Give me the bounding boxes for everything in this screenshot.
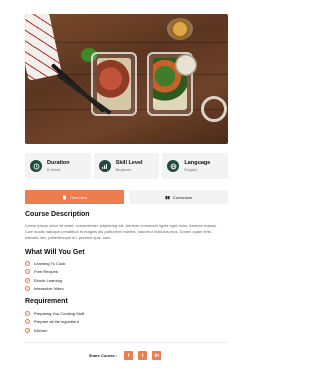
tab-overview-label: Overview <box>70 194 87 200</box>
twitter-icon[interactable]: t <box>138 351 148 360</box>
what-you-get-heading: What Will You Get <box>25 249 85 256</box>
check-icon <box>25 327 30 333</box>
list-item-label: Kitchen <box>34 327 48 333</box>
language-title: Language <box>184 160 211 166</box>
check-icon <box>25 319 30 325</box>
what-you-get-list: Learning To Cook Free Recipes Ebook Lear… <box>25 259 175 293</box>
list-item: Prepare all the ingredient <box>25 318 175 327</box>
list-item: Free Recipes <box>25 268 175 277</box>
share-label: Share Course : <box>88 353 118 358</box>
skill-level-value: Beginner <box>115 167 132 172</box>
list-item: Kitchen <box>25 326 175 335</box>
file-icon <box>63 195 67 199</box>
duration-card: Duration 6 Week <box>25 153 91 179</box>
course-info-row: Duration 6 Week Skill Level Beginner Lan… <box>25 153 229 179</box>
list-item-label: Preparing You Cooking Stuff <box>34 310 85 316</box>
list-item: Preparing You Cooking Stuff <box>25 309 175 318</box>
list-item-label: Learning To Cook <box>34 260 66 266</box>
what-you-get-section: What Will You Get <box>25 249 228 256</box>
skill-level-title: Skill Level <box>115 160 143 166</box>
linkedin-icon[interactable]: in <box>152 351 162 360</box>
duration-title: Duration <box>47 160 70 166</box>
list-item-label: Free Recipes <box>34 269 58 275</box>
tab-curriculum[interactable]: Curriculum <box>129 190 228 204</box>
requirement-heading: Requirement <box>25 298 68 305</box>
course-description-text: Lorem ipsum dolor sit amet, consectetuer… <box>25 223 217 240</box>
skill-level-card: Skill Level Beginner <box>93 153 160 179</box>
list-item-label: Interactive Video <box>34 286 64 292</box>
course-hero-image <box>25 14 228 144</box>
check-icon <box>25 286 30 292</box>
list-item: Ebook Learning <box>25 276 175 285</box>
check-icon <box>25 269 30 275</box>
list-item: Learning To Cook <box>25 259 175 268</box>
course-description-heading: Course Description <box>25 211 90 218</box>
language-card: Language English <box>162 153 229 179</box>
facebook-icon[interactable]: f <box>124 351 134 360</box>
course-tabs: Overview Curriculum <box>25 190 228 204</box>
check-icon <box>25 310 30 316</box>
check-icon <box>25 260 30 266</box>
duration-value: 6 Week <box>47 167 61 172</box>
divider <box>25 342 228 343</box>
bar-chart-icon <box>98 160 111 172</box>
list-item: Interactive Video <box>25 285 175 294</box>
list-item-label: Ebook Learning <box>34 277 63 283</box>
check-icon <box>25 277 30 283</box>
list-item-label: Prepare all the ingredient <box>34 319 79 325</box>
requirement-list: Preparing You Cooking Stuff Prepare all … <box>25 309 175 335</box>
book-icon <box>165 195 170 199</box>
language-value: English <box>184 167 198 172</box>
share-course: Share Course : f t in <box>0 351 250 360</box>
requirement-section: Requirement <box>25 298 228 305</box>
globe-icon <box>167 160 180 172</box>
course-description-section: Course Description <box>25 211 228 218</box>
tab-overview[interactable]: Overview <box>25 190 124 204</box>
clock-icon <box>30 160 42 172</box>
tab-curriculum-label: Curriculum <box>172 194 193 200</box>
